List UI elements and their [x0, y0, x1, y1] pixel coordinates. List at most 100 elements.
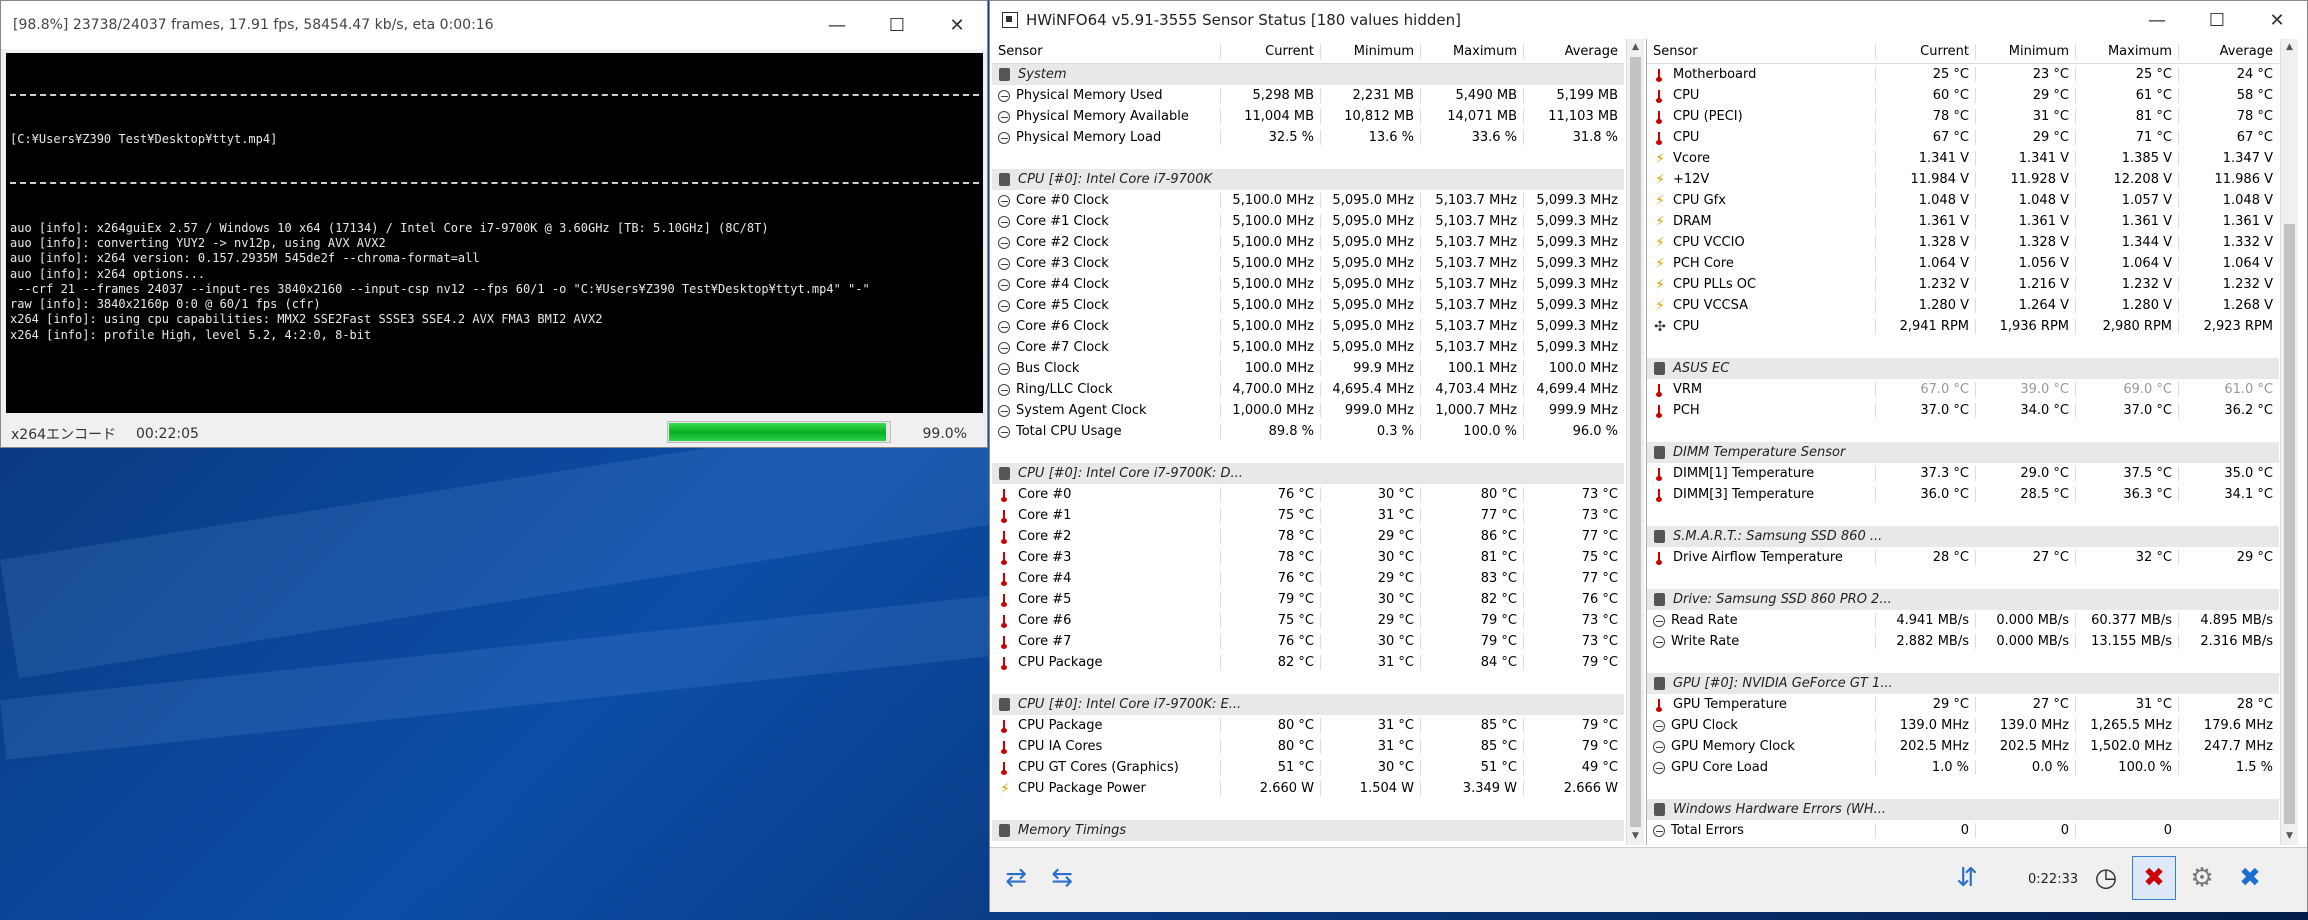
sensor-row[interactable]: ✣ CPU 2,941 RPM 1,936 RPM 2,980 RPM 2,923 RPM	[1647, 316, 2279, 337]
sensor-row[interactable]: Core #5 79 °C 30 °C 82 °C 76 °C	[992, 589, 1624, 610]
column-header-sensor[interactable]: Sensor	[992, 44, 1220, 59]
sensor-row[interactable]: Physical Memory Load 32.5 % 13.6 % 33.6 % 31…	[992, 127, 1624, 148]
sensor-row[interactable]: ⚡ CPU Gfx 1.048 V 1.048 V 1.057 V 1.048 V	[1647, 190, 2279, 211]
column-header-average[interactable]: Average	[1523, 43, 1624, 59]
nav-right-icon[interactable]: ⇆	[1040, 856, 1084, 900]
sensor-row[interactable]: Core #6 Clock 5,100.0 MHz 5,095.0 MHz 5,103…	[992, 316, 1624, 337]
sensor-row[interactable]: Core #1 Clock 5,100.0 MHz 5,095.0 MHz 5,103…	[992, 211, 1624, 232]
sensor-panel-left[interactable]: Sensor Current Minimum Maximum Average S…	[992, 39, 1624, 845]
sensor-row[interactable]: PCH 37.0 °C 34.0 °C 37.0 °C 36.2 °C	[1647, 400, 2279, 421]
column-header-average[interactable]: Average	[2178, 43, 2279, 59]
sensor-row[interactable]: DIMM[1] Temperature 37.3 °C 29.0 °C 37.5 °C…	[1647, 463, 2279, 484]
sensor-group-header[interactable]: Drive: Samsung SSD 860 PRO 2...	[1647, 589, 2279, 610]
close-button[interactable]: ✕	[2247, 1, 2307, 39]
hwinfo-titlebar[interactable]: HWiNFO64 v5.91-3555 Sensor Status [180 v…	[990, 1, 2307, 39]
hwinfo-window[interactable]: HWiNFO64 v5.91-3555 Sensor Status [180 v…	[989, 0, 2308, 912]
sensor-row[interactable]: Core #4 76 °C 29 °C 83 °C 77 °C	[992, 568, 1624, 589]
sensor-row[interactable]: DIMM[3] Temperature 36.0 °C 28.5 °C 36.3 °C…	[1647, 484, 2279, 505]
sensor-row[interactable]: CPU Package 82 °C 31 °C 84 °C 79 °C	[992, 652, 1624, 673]
sensor-row[interactable]: ⚡ DRAM 1.361 V 1.361 V 1.361 V 1.361 V	[1647, 211, 2279, 232]
column-header-minimum[interactable]: Minimum	[1320, 43, 1420, 59]
sensor-row[interactable]: Total Errors 0 0 0	[1647, 820, 2279, 841]
maximize-button[interactable]: ☐	[2187, 1, 2247, 39]
sensor-row[interactable]: Write Rate 2.882 MB/s 0.000 MB/s 13.155 MB/…	[1647, 631, 2279, 652]
sensor-row[interactable]: CPU Package 80 °C 31 °C 85 °C 79 °C	[992, 715, 1624, 736]
sensor-row[interactable]: Core #5 Clock 5,100.0 MHz 5,095.0 MHz 5,103…	[992, 295, 1624, 316]
column-header-sensor[interactable]: Sensor	[1647, 44, 1875, 59]
sensor-row[interactable]: Core #0 Clock 5,100.0 MHz 5,095.0 MHz 5,103…	[992, 190, 1624, 211]
sensor-row[interactable]: CPU GT Cores (Graphics) 51 °C 30 °C 51 °C 49…	[992, 757, 1624, 778]
nav-left-icon[interactable]: ⇄	[994, 856, 1038, 900]
sensor-row[interactable]: Core #6 75 °C 29 °C 79 °C 73 °C	[992, 610, 1624, 631]
sensor-group-header[interactable]: Windows Hardware Errors (WH...	[1647, 799, 2279, 820]
sensor-row[interactable]: Core #1 75 °C 31 °C 77 °C 73 °C	[992, 505, 1624, 526]
sensor-row[interactable]: ⚡ PCH Core 1.064 V 1.056 V 1.064 V 1.064 V	[1647, 253, 2279, 274]
scrollbar-thumb[interactable]	[1630, 57, 1641, 827]
sensor-row[interactable]: Core #7 Clock 5,100.0 MHz 5,095.0 MHz 5,103…	[992, 337, 1624, 358]
sensor-row[interactable]: Core #7 76 °C 30 °C 79 °C 73 °C	[992, 631, 1624, 652]
sensor-row[interactable]: ⚡ CPU VCCSA 1.280 V 1.264 V 1.280 V 1.268 V	[1647, 295, 2279, 316]
sensor-row[interactable]: ⚡ CPU PLLs OC 1.232 V 1.216 V 1.232 V 1.232 V	[1647, 274, 2279, 295]
sensor-row[interactable]: GPU Memory Clock 202.5 MHz 202.5 MHz 1,502.…	[1647, 736, 2279, 757]
column-header-current[interactable]: Current	[1220, 43, 1320, 59]
scrollbar-left[interactable]: ▲ ▼	[1626, 39, 1644, 845]
sensor-row[interactable]: Core #3 78 °C 30 °C 81 °C 75 °C	[992, 547, 1624, 568]
column-header-maximum[interactable]: Maximum	[1420, 43, 1523, 59]
sensor-row[interactable]: Bus Clock 100.0 MHz 99.9 MHz 100.1 MHz 100.0…	[992, 358, 1624, 379]
sensor-row[interactable]: Core #2 Clock 5,100.0 MHz 5,095.0 MHz 5,103…	[992, 232, 1624, 253]
sensor-row[interactable]: CPU IA Cores 80 °C 31 °C 85 °C 79 °C	[992, 736, 1624, 757]
sensor-row[interactable]: CPU 67 °C 29 °C 71 °C 67 °C	[1647, 127, 2279, 148]
sensor-group-header[interactable]: ASUS EC	[1647, 358, 2279, 379]
scrollbar-thumb[interactable]	[2284, 224, 2295, 824]
sensor-group-header[interactable]: CPU [#0]: Intel Core i7-9700K: D...	[992, 463, 1624, 484]
encoder-titlebar[interactable]: [98.8%] 23738/24037 frames, 17.91 fps, 5…	[1, 1, 987, 49]
sensor-group-header[interactable]: S.M.A.R.T.: Samsung SSD 860 ...	[1647, 526, 2279, 547]
minimize-button[interactable]: —	[2127, 1, 2187, 39]
sensor-row[interactable]: Core #2 78 °C 29 °C 86 °C 77 °C	[992, 526, 1624, 547]
sensor-row[interactable]: GPU Temperature 29 °C 27 °C 31 °C 28 °C	[1647, 694, 2279, 715]
scroll-up-icon[interactable]: ▲	[2281, 39, 2298, 56]
sensor-group-header[interactable]: CPU [#0]: Intel Core i7-9700K	[992, 169, 1624, 190]
reset-icon[interactable]: ✖	[2132, 856, 2176, 900]
sensor-row[interactable]: VRM 67.0 °C 39.0 °C 69.0 °C 61.0 °C	[1647, 379, 2279, 400]
sensor-row[interactable]: ⚡ +12V 11.984 V 11.928 V 12.208 V 11.986 V	[1647, 169, 2279, 190]
column-header-minimum[interactable]: Minimum	[1975, 43, 2075, 59]
sensor-row[interactable]: CPU (PECI) 78 °C 31 °C 81 °C 78 °C	[1647, 106, 2279, 127]
sensor-panel-right[interactable]: Sensor Current Minimum Maximum Average M…	[1646, 39, 2279, 845]
scroll-up-icon[interactable]: ▲	[1627, 39, 1644, 56]
network-icon[interactable]: ⇵	[1945, 856, 1989, 900]
sensor-row[interactable]: Core #3 Clock 5,100.0 MHz 5,095.0 MHz 5,103…	[992, 253, 1624, 274]
sensor-row[interactable]: GPU Clock 139.0 MHz 139.0 MHz 1,265.5 MHz 17…	[1647, 715, 2279, 736]
sensor-row[interactable]: GPU Core Load 1.0 % 0.0 % 100.0 % 1.5 %	[1647, 757, 2279, 778]
sensor-group-header[interactable]: System	[992, 64, 1624, 85]
sensor-row[interactable]: ⚡ CPU Package Power 2.660 W 1.504 W 3.349 W2…	[992, 778, 1624, 799]
encoder-window[interactable]: [98.8%] 23738/24037 frames, 17.91 fps, 5…	[0, 0, 988, 448]
sensor-group-header[interactable]: GPU [#0]: NVIDIA GeForce GT 1...	[1647, 673, 2279, 694]
column-header-current[interactable]: Current	[1875, 43, 1975, 59]
maximize-button[interactable]: ☐	[867, 1, 927, 49]
console-output[interactable]: [C:¥Users¥Z390 Test¥Desktop¥ttyt.mp4] au…	[6, 53, 983, 413]
sensor-row[interactable]: ⚡ Vcore 1.341 V 1.341 V 1.385 V 1.347 V	[1647, 148, 2279, 169]
sensor-row[interactable]: Core #0 76 °C 30 °C 80 °C 73 °C	[992, 484, 1624, 505]
close-icon[interactable]: ✖	[2228, 856, 2272, 900]
column-header-maximum[interactable]: Maximum	[2075, 43, 2178, 59]
minimize-button[interactable]: —	[807, 1, 867, 49]
sensor-row[interactable]: ⚡ CPU VCCIO 1.328 V 1.328 V 1.344 V 1.332 V	[1647, 232, 2279, 253]
sensor-row[interactable]: System Agent Clock 1,000.0 MHz 999.0 MHz 1,…	[992, 400, 1624, 421]
sensor-row[interactable]: CPU 60 °C 29 °C 61 °C 58 °C	[1647, 85, 2279, 106]
clock-icon[interactable]: ◷	[2084, 856, 2128, 900]
sensor-row[interactable]: Physical Memory Available 11,004 MB 10,812…	[992, 106, 1624, 127]
sensor-row[interactable]: Drive Airflow Temperature 28 °C 27 °C 32 °C…	[1647, 547, 2279, 568]
close-button[interactable]: ✕	[927, 1, 987, 49]
scroll-down-icon[interactable]: ▼	[1627, 828, 1644, 845]
sensor-row[interactable]: Total CPU Usage 89.8 % 0.3 % 100.0 % 96.0 %	[992, 421, 1624, 442]
scrollbar-right[interactable]: ▲ ▼	[2280, 39, 2298, 845]
sensor-group-header[interactable]: DIMM Temperature Sensor	[1647, 442, 2279, 463]
sensor-row[interactable]: Core #4 Clock 5,100.0 MHz 5,095.0 MHz 5,103…	[992, 274, 1624, 295]
sensor-row[interactable]: Physical Memory Used 5,298 MB 2,231 MB 5,49…	[992, 85, 1624, 106]
settings-icon[interactable]: ⚙	[2180, 856, 2224, 900]
sensor-row[interactable]: Ring/LLC Clock 4,700.0 MHz 4,695.4 MHz 4,70…	[992, 379, 1624, 400]
sensor-group-header[interactable]: CPU [#0]: Intel Core i7-9700K: E...	[992, 694, 1624, 715]
sensor-group-header[interactable]: Memory Timings	[992, 820, 1624, 841]
sensor-row[interactable]: Read Rate 4.941 MB/s 0.000 MB/s 60.377 MB/s…	[1647, 610, 2279, 631]
